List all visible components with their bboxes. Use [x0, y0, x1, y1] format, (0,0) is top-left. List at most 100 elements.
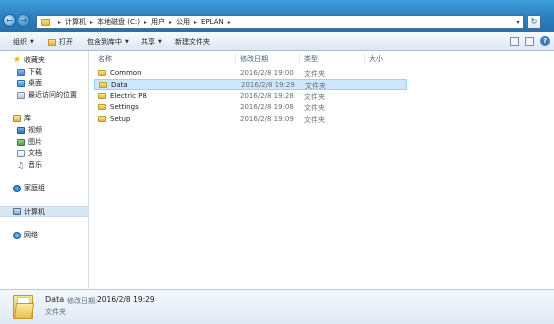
chevron-down-icon: ▼	[30, 39, 34, 45]
chevron-right-icon[interactable]: ▸	[194, 19, 197, 26]
column-header-name[interactable]: 名称	[98, 54, 112, 64]
organize-menu[interactable]: 组织 ▼	[13, 37, 34, 47]
table-row[interactable]: Common 2016/2/8 19:00 文件夹	[94, 68, 407, 79]
file-date: 2016/2/8 19:28	[240, 92, 294, 100]
details-type: 文件夹	[45, 308, 66, 316]
breadcrumb-local-disk[interactable]: 本地磁盘 (C:)	[97, 17, 140, 27]
chevron-down-icon: ▼	[158, 39, 162, 45]
command-toolbar: 组织 ▼ 打开 包含到库中 ▼ 共享 ▼ 新建文件夹 ?	[0, 32, 554, 51]
column-separator[interactable]	[235, 53, 236, 63]
file-date: 2016/2/8 19:08	[240, 103, 294, 111]
large-folder-icon	[13, 295, 35, 319]
file-type: 文件夹	[304, 104, 325, 112]
refresh-icon[interactable]: ↻	[527, 15, 541, 29]
details-date-label: 修改日期:	[67, 297, 98, 305]
nav-pictures[interactable]: 图片	[17, 137, 42, 147]
breadcrumb-users[interactable]: 用户	[151, 17, 165, 27]
nav-network-label: 网络	[24, 231, 38, 239]
nav-computer[interactable]: 计算机	[0, 206, 88, 217]
downloads-folder-icon	[17, 68, 25, 76]
column-header-type[interactable]: 类型	[304, 54, 318, 64]
nav-videos-label: 视频	[28, 126, 42, 134]
address-bar[interactable]: ▸ 计算机 ▸ 本地磁盘 (C:) ▸ 用户 ▸ 公用 ▸ EPLAN ▸ ▾	[36, 15, 524, 29]
view-options-icon[interactable]	[510, 36, 519, 46]
homegroup-icon	[13, 184, 21, 192]
nav-recent-places[interactable]: 最近访问的位置	[17, 90, 77, 100]
chevron-down-icon: ▼	[125, 39, 129, 45]
column-header-size[interactable]: 大小	[369, 54, 383, 64]
nav-libraries[interactable]: 库	[13, 113, 31, 123]
open-button[interactable]: 打开	[48, 37, 73, 47]
nav-documents[interactable]: 文档	[17, 148, 42, 158]
organize-label: 组织	[13, 38, 27, 46]
chevron-down-icon[interactable]: ▾	[513, 19, 523, 26]
nav-desktop[interactable]: 桌面	[17, 78, 42, 88]
nav-downloads[interactable]: 下载	[17, 67, 42, 77]
column-separator[interactable]	[364, 53, 365, 63]
breadcrumb-public[interactable]: 公用	[176, 17, 190, 27]
forward-arrow-icon[interactable]: →	[17, 14, 30, 27]
nav-documents-label: 文档	[28, 149, 42, 157]
back-arrow-icon[interactable]: ←	[3, 14, 16, 27]
chevron-right-icon[interactable]: ▸	[58, 19, 61, 26]
nav-computer-label: 计算机	[24, 207, 45, 216]
desktop-icon	[17, 79, 25, 87]
chevron-right-icon[interactable]: ▸	[228, 19, 231, 26]
video-icon	[17, 126, 25, 134]
file-type: 文件夹	[304, 116, 325, 124]
nav-videos[interactable]: 视频	[17, 125, 42, 135]
star-icon: ★	[13, 54, 22, 65]
nav-pictures-label: 图片	[28, 138, 42, 146]
table-row[interactable]: Setup 2016/2/8 19:09 文件夹	[94, 114, 407, 125]
nav-music[interactable]: ♫ 音乐	[17, 160, 42, 170]
nav-homegroup-label: 家庭组	[24, 184, 45, 192]
table-row[interactable]: Electric P8 2016/2/8 19:28 文件夹	[94, 91, 407, 102]
nav-homegroup[interactable]: 家庭组	[13, 183, 45, 193]
file-type: 文件夹	[304, 93, 325, 101]
nav-downloads-label: 下载	[28, 68, 42, 76]
chevron-right-icon[interactable]: ▸	[90, 19, 93, 26]
share-label: 共享	[141, 38, 155, 46]
file-name: Electric P8	[110, 92, 147, 100]
file-name: Common	[110, 69, 142, 77]
preview-pane-icon[interactable]	[525, 36, 534, 46]
share-menu[interactable]: 共享 ▼	[141, 37, 162, 47]
chevron-right-icon[interactable]: ▸	[144, 19, 147, 26]
nav-network[interactable]: 网络	[13, 230, 38, 240]
file-name: Settings	[110, 103, 139, 111]
nav-desktop-label: 桌面	[28, 79, 42, 87]
navigation-pane: ★ 收藏夹 下载 桌面 最近访问的位置 库 视频 图片 文档 ♫ 音乐 家庭组 …	[0, 51, 89, 289]
nav-favorites-label: 收藏夹	[24, 56, 45, 64]
breadcrumb-computer[interactable]: 计算机	[65, 17, 86, 27]
folder-icon	[98, 70, 106, 76]
table-row[interactable]: Settings 2016/2/8 19:08 文件夹	[94, 102, 407, 113]
folder-icon	[99, 82, 107, 88]
nav-music-label: 音乐	[28, 161, 42, 169]
details-pane: Data 修改日期: 2016/2/8 19:29 文件夹	[0, 289, 554, 324]
computer-icon	[13, 208, 21, 215]
file-name: Data	[111, 81, 128, 89]
help-icon[interactable]: ?	[540, 36, 550, 46]
details-name: Data	[45, 295, 65, 304]
music-note-icon: ♫	[17, 160, 25, 170]
chevron-right-icon[interactable]: ▸	[169, 19, 172, 26]
network-icon	[13, 231, 21, 239]
file-type: 文件夹	[304, 70, 325, 78]
column-header-date[interactable]: 修改日期	[240, 54, 268, 64]
toolbar-right: ?	[510, 36, 550, 46]
pictures-icon	[17, 138, 25, 146]
folder-icon	[98, 93, 106, 99]
open-label: 打开	[59, 38, 73, 46]
folder-icon	[98, 104, 106, 110]
column-separator[interactable]	[299, 53, 300, 63]
details-date: 2016/2/8 19:29	[97, 295, 155, 304]
file-list: 名称 修改日期 类型 大小 Common 2016/2/8 19:00 文件夹 …	[90, 51, 554, 289]
new-folder-button[interactable]: 新建文件夹	[175, 37, 210, 47]
nav-libraries-label: 库	[24, 114, 31, 122]
nav-recent-label: 最近访问的位置	[28, 91, 77, 99]
include-in-library-menu[interactable]: 包含到库中 ▼	[87, 37, 129, 47]
include-in-library-label: 包含到库中	[87, 38, 122, 46]
table-row-selected[interactable]: Data 2016/2/8 19:29 文件夹	[94, 79, 407, 90]
breadcrumb-eplan[interactable]: EPLAN	[201, 18, 224, 26]
nav-favorites[interactable]: ★ 收藏夹	[13, 55, 45, 65]
